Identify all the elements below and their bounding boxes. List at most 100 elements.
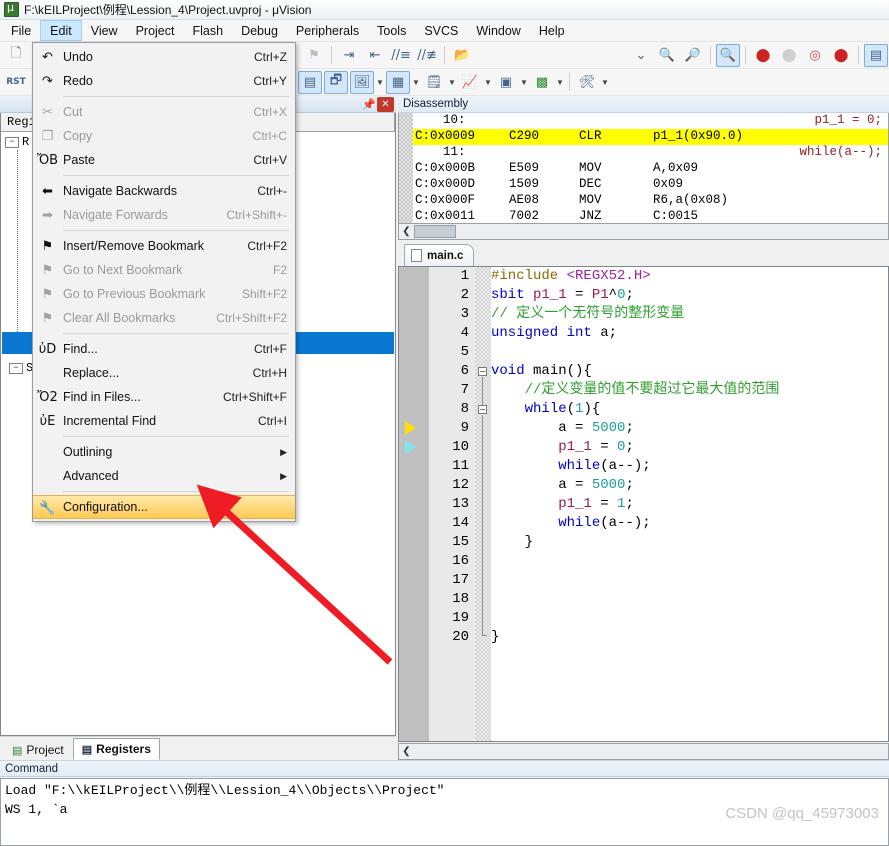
tab-project[interactable]: ▤ Project [3, 740, 73, 760]
editor-code-line[interactable]: sbit p1_1 = P1^0; [491, 286, 888, 305]
analysis-dropdown-icon[interactable]: ▼ [483, 71, 493, 94]
reset-icon[interactable]: RST [4, 71, 28, 94]
editor-code-line[interactable]: #include <REGX52.H> [491, 267, 888, 286]
bookmark-clear-icon[interactable]: ⚑ [302, 44, 326, 67]
disassembly-line[interactable]: C:0x000F AE08 MOV R6,a(0x08) [413, 193, 888, 209]
editor-marker-margin[interactable] [399, 267, 429, 741]
editor-code-line[interactable]: void main(){ [491, 362, 888, 381]
editor-code-line[interactable]: p1_1 = 1; [491, 495, 888, 514]
menu-item-navigate-backwards[interactable]: ⬅ Navigate Backwards Ctrl+- [33, 179, 295, 203]
watch-window-icon[interactable]: 🖼 [350, 70, 374, 94]
menu-item-window[interactable]: Window [467, 20, 529, 41]
analysis-window-icon[interactable]: 📈 [458, 71, 482, 94]
editor-code-line[interactable]: a = 5000; [491, 419, 888, 438]
scroll-thumb[interactable] [414, 225, 456, 238]
editor-code-line[interactable]: // 定义一个无符号的整形变量 [491, 305, 888, 324]
editor-code-area[interactable]: #include <REGX52.H> sbit p1_1 = P1^0;// 定… [491, 267, 888, 741]
system-viewer-icon[interactable]: ▩ [530, 71, 554, 94]
menu-item-go-to-previous-bookmark[interactable]: ⚑ Go to Previous Bookmark Shift+F2 [33, 282, 295, 306]
breakpoint-disabled-icon[interactable]: ⬤ [777, 44, 801, 67]
editor-code-line[interactable]: a = 5000; [491, 476, 888, 495]
menu-item-svcs[interactable]: SVCS [415, 20, 467, 41]
find-in-files-icon[interactable]: 📂 [450, 44, 474, 67]
editor-code-line[interactable] [491, 552, 888, 571]
editor-chevron-left-icon[interactable]: ❮ [399, 746, 414, 757]
disassembly-line[interactable]: 11: while(a--); [413, 145, 888, 161]
register-row-s[interactable]: − S [5, 360, 33, 376]
menu-item-incremental-find[interactable]: ὐE Incremental Find Ctrl+I [33, 409, 295, 433]
editor-code-line[interactable] [491, 571, 888, 590]
memory-icon[interactable]: ▦ [386, 70, 410, 94]
find-document-icon[interactable]: 🔍 [655, 44, 679, 67]
disassembly-hscrollbar[interactable]: ❮ [398, 224, 889, 240]
editor-code-line[interactable]: while(a--); [491, 457, 888, 476]
menu-item-view[interactable]: View [82, 20, 127, 41]
disassembly-line[interactable]: C:0x000D 1509 DEC 0x09 [413, 177, 888, 193]
menu-item-paste[interactable]: ὌB Paste Ctrl+V [33, 148, 295, 172]
menu-item-find-in-files[interactable]: Ὄ2 Find in Files... Ctrl+Shift+F [33, 385, 295, 409]
breakpoints-kill-icon[interactable]: ⬤ [829, 44, 853, 67]
memory-dropdown-icon[interactable]: ▼ [411, 71, 421, 94]
menu-item-peripherals[interactable]: Peripherals [287, 20, 368, 41]
editor-hscrollbar[interactable]: ❮ [398, 743, 889, 760]
serial-dropdown-icon[interactable]: ▼ [447, 71, 457, 94]
uncomment-icon[interactable]: //≢ [415, 44, 439, 67]
menu-item-help[interactable]: Help [530, 20, 574, 41]
menu-item-project[interactable]: Project [127, 20, 184, 41]
pin-icon[interactable]: 📌 [361, 97, 377, 112]
toolbox-dropdown-icon[interactable]: ▼ [600, 71, 610, 94]
menu-item-go-to-next-bookmark[interactable]: ⚑ Go to Next Bookmark F2 [33, 258, 295, 282]
menu-item-edit[interactable]: Edit [40, 20, 82, 41]
menu-item-undo[interactable]: ↶ Undo Ctrl+Z [33, 45, 295, 69]
menu-item-cut[interactable]: ✂ Cut Ctrl+X [33, 100, 295, 124]
editor-code-line[interactable]: //定义变量的值不要超过它最大值的范围 [491, 381, 888, 400]
editor-code-line[interactable] [491, 590, 888, 609]
indent-increase-icon[interactable]: ⇥ [337, 44, 361, 67]
menu-item-replace[interactable]: Replace... Ctrl+H [33, 361, 295, 385]
new-file-icon[interactable]: 🗋 [4, 44, 28, 67]
disassembly-body[interactable]: 10: p1_1 = 0; C:0x0009 C290 CLR p1_1(0x90.0) 1… [398, 113, 889, 224]
disassembly-line[interactable]: C:0x0009 C290 CLR p1_1(0x90.0) [413, 129, 888, 145]
menu-item-debug[interactable]: Debug [232, 20, 287, 41]
system-viewer-dropdown-icon[interactable]: ▼ [555, 71, 565, 94]
disassembly-line[interactable]: C:0x000B E509 MOV A,0x09 [413, 161, 888, 177]
incremental-find-icon[interactable]: 🔎 [681, 44, 705, 67]
trace-icon[interactable]: ▣ [494, 71, 518, 94]
disassembly-line[interactable]: 10: p1_1 = 0; [413, 113, 888, 129]
fold-toggle-line8[interactable]: − [478, 405, 487, 414]
expander-icon[interactable]: − [5, 136, 19, 148]
menu-item-flash[interactable]: Flash [183, 20, 232, 41]
trace-dropdown-icon[interactable]: ▼ [519, 71, 529, 94]
editor-fold-margin[interactable]: − − [475, 267, 491, 741]
breakpoint-icon[interactable]: ⬤ [751, 44, 775, 67]
tab-registers[interactable]: ▤ Registers [72, 738, 160, 760]
menu-item-advanced[interactable]: Advanced ▶ [33, 464, 295, 488]
editor-code-line[interactable]: while(1){ [491, 400, 888, 419]
menu-item-tools[interactable]: Tools [368, 20, 415, 41]
chevron-left-icon[interactable]: ❮ [399, 226, 414, 237]
serial-window-icon[interactable]: 🗒 [422, 71, 446, 94]
editor-code-line[interactable]: } [491, 533, 888, 552]
editor-code-line[interactable]: while(a--); [491, 514, 888, 533]
menu-item-navigate-forwards[interactable]: ➡ Navigate Forwards Ctrl+Shift+- [33, 203, 295, 227]
menu-item-clear-all-bookmarks[interactable]: ⚑ Clear All Bookmarks Ctrl+Shift+F2 [33, 306, 295, 330]
breakpoints-toggle-icon[interactable]: ◎ [803, 44, 827, 67]
expander-icon-2[interactable]: − [9, 362, 23, 374]
tab-main-c[interactable]: main.c [404, 244, 475, 266]
menu-item-find[interactable]: ὐD Find... Ctrl+F [33, 337, 295, 361]
call-stack-icon[interactable]: 🗗 [324, 70, 348, 94]
close-icon[interactable]: ✕ [377, 96, 394, 112]
registers-window-icon[interactable]: ▤ [298, 70, 322, 94]
menu-item-configuration[interactable]: 🔧 Configuration... [33, 495, 295, 519]
editor-code-line[interactable] [491, 343, 888, 362]
editor-code-line[interactable]: p1_1 = 0; [491, 438, 888, 457]
editor-code-line[interactable]: unsigned int a; [491, 324, 888, 343]
fold-toggle-line6[interactable]: − [478, 367, 487, 376]
menu-item-outlining[interactable]: Outlining ▶ [33, 440, 295, 464]
find-target-icon[interactable]: 🔍 [716, 43, 740, 67]
memory-window-icon[interactable]: ▤ [864, 43, 888, 67]
indent-decrease-icon[interactable]: ⇤ [363, 44, 387, 67]
watch-window-dropdown-icon[interactable]: ▼ [375, 71, 385, 94]
editor-code-line[interactable]: } [491, 628, 888, 647]
dropdown-icon[interactable]: ⌄ [629, 44, 653, 67]
